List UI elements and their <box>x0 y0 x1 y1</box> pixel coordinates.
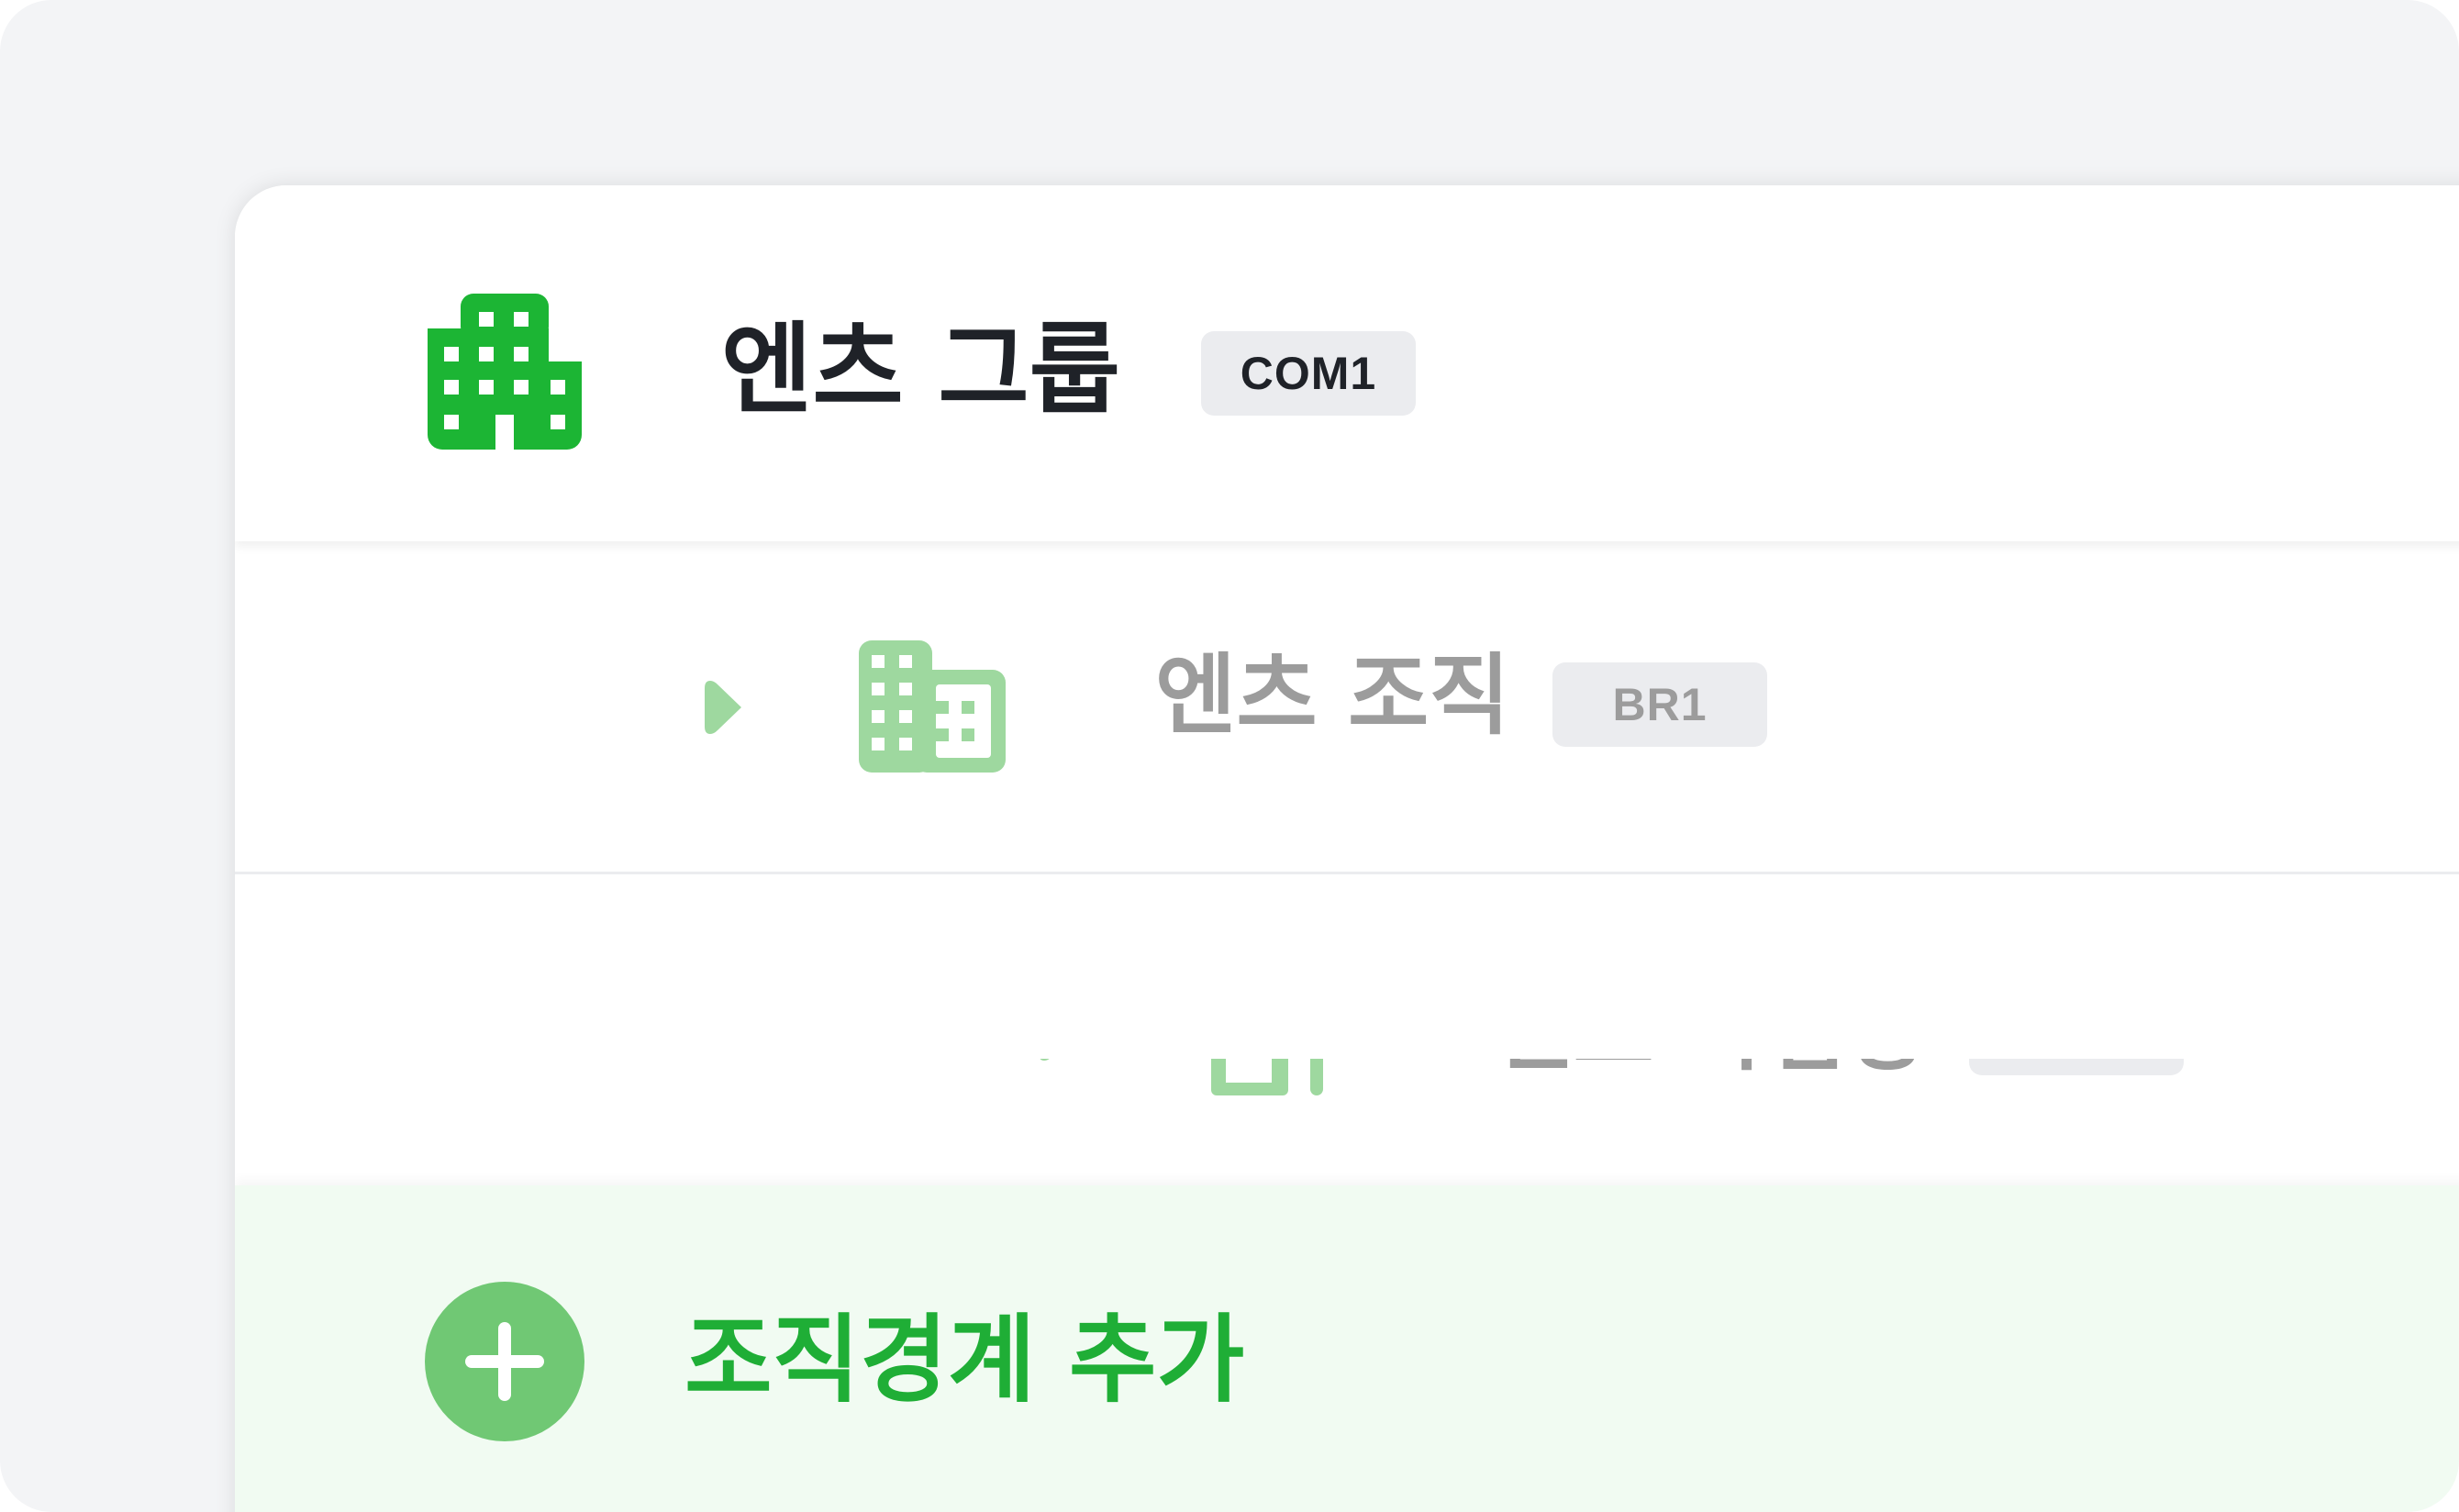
branch-code-badge: BR1 <box>1552 662 1767 747</box>
row-divider <box>235 872 2459 874</box>
org-row-branch[interactable]: 엔츠 조직 BR1 <box>235 541 2459 1059</box>
office-building-icon <box>859 640 1006 773</box>
plus-icon <box>465 1322 544 1401</box>
chevron-right-icon[interactable] <box>705 675 747 739</box>
add-org-boundary-row[interactable]: 조직경계 추가 <box>235 1185 2459 1512</box>
building-icon <box>428 294 585 450</box>
app-background: 엔츠 그룹 COM1 엔츠 조직 BR1 조직경계 추가 <box>0 0 2459 1512</box>
org-tree-panel: 엔츠 그룹 COM1 엔츠 조직 BR1 조직경계 추가 <box>235 185 2459 1512</box>
org-row-company[interactable]: 엔츠 그룹 COM1 <box>235 185 2459 541</box>
add-button[interactable] <box>425 1282 584 1441</box>
branch-name: 엔츠 조직 <box>1155 644 1510 747</box>
company-code-badge: COM1 <box>1201 331 1416 416</box>
add-org-boundary-label[interactable]: 조직경계 추가 <box>684 1312 1244 1407</box>
company-name: 엔츠 그룹 <box>721 313 1121 428</box>
